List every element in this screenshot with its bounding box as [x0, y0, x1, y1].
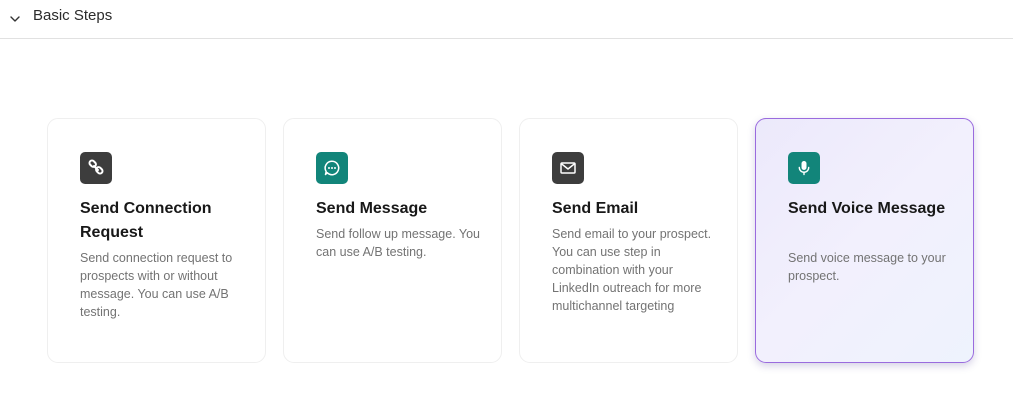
card-title: Send Connection Request	[80, 200, 212, 241]
microphone-icon	[788, 152, 820, 184]
card-description: Send follow up message. You can use A/B …	[316, 227, 481, 259]
step-card-send-email[interactable]: Send Email Send email to your prospect. …	[519, 118, 738, 363]
basic-steps-header[interactable]: Basic Steps	[0, 0, 1013, 39]
card-title: Send Email	[552, 200, 639, 217]
link-icon	[80, 152, 112, 184]
card-title: Send Voice Message	[788, 200, 946, 217]
section-title: Basic Steps	[33, 7, 113, 24]
chevron-down-icon[interactable]	[9, 13, 21, 25]
step-card-send-voice-message[interactable]: Send Voice Message Send voice message to…	[755, 118, 974, 363]
envelope-icon	[552, 152, 584, 184]
step-card-send-connection-request[interactable]: Send Connection Request Send connection …	[47, 118, 266, 363]
card-title: Send Message	[316, 200, 428, 217]
card-description: Send voice message to your prospect.	[788, 251, 946, 283]
card-description: Send connection request to prospects wit…	[80, 251, 233, 319]
step-card-send-message[interactable]: Send Message Send follow up message. You…	[283, 118, 502, 363]
chat-bubble-icon	[316, 152, 348, 184]
card-description: Send email to your prospect. You can use…	[552, 227, 712, 313]
